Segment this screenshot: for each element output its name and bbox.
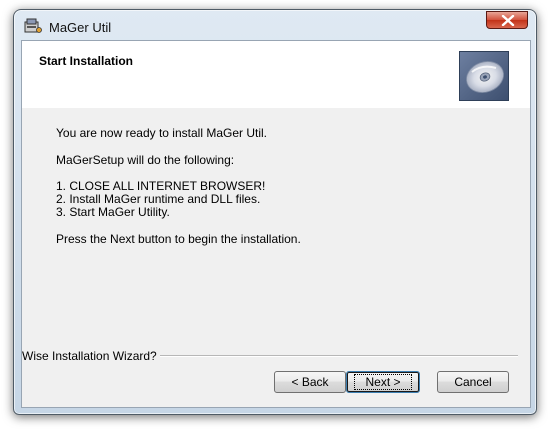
step-3: 3. Start MaGer Utility.	[56, 205, 170, 219]
cancel-button[interactable]: Cancel	[437, 371, 509, 393]
next-button-label: Next >	[354, 374, 412, 390]
cancel-button-label: Cancel	[454, 375, 492, 389]
close-icon	[501, 15, 515, 26]
installer-icon	[24, 18, 42, 34]
back-button[interactable]: < Back	[274, 371, 346, 393]
title-bar[interactable]: MaGer Util	[14, 10, 536, 40]
installer-window: MaGer Util Start Installation You are no…	[13, 9, 537, 415]
page-title: Start Installation	[39, 54, 134, 68]
next-button[interactable]: Next >	[346, 371, 420, 393]
steps-heading: MaGerSetup will do the following:	[56, 153, 235, 167]
wizard-brand-label: Wise Installation Wizard?	[22, 349, 160, 363]
intro-text: You are now ready to install MaGer Util.	[56, 126, 267, 140]
window-title: MaGer Util	[49, 20, 112, 35]
back-button-label: < Back	[291, 375, 329, 389]
step-1: 1. CLOSE ALL INTERNET BROWSER!	[56, 179, 266, 193]
cd-disc-icon	[459, 51, 509, 101]
wizard-header: Start Installation	[22, 41, 530, 108]
footer-divider	[158, 355, 518, 357]
instruction-text: Press the Next button to begin the insta…	[56, 232, 301, 246]
wizard-page: Start Installation You are now ready to …	[21, 40, 531, 408]
close-button[interactable]	[486, 11, 528, 29]
step-2: 2. Install MaGer runtime and DLL files.	[56, 192, 261, 206]
